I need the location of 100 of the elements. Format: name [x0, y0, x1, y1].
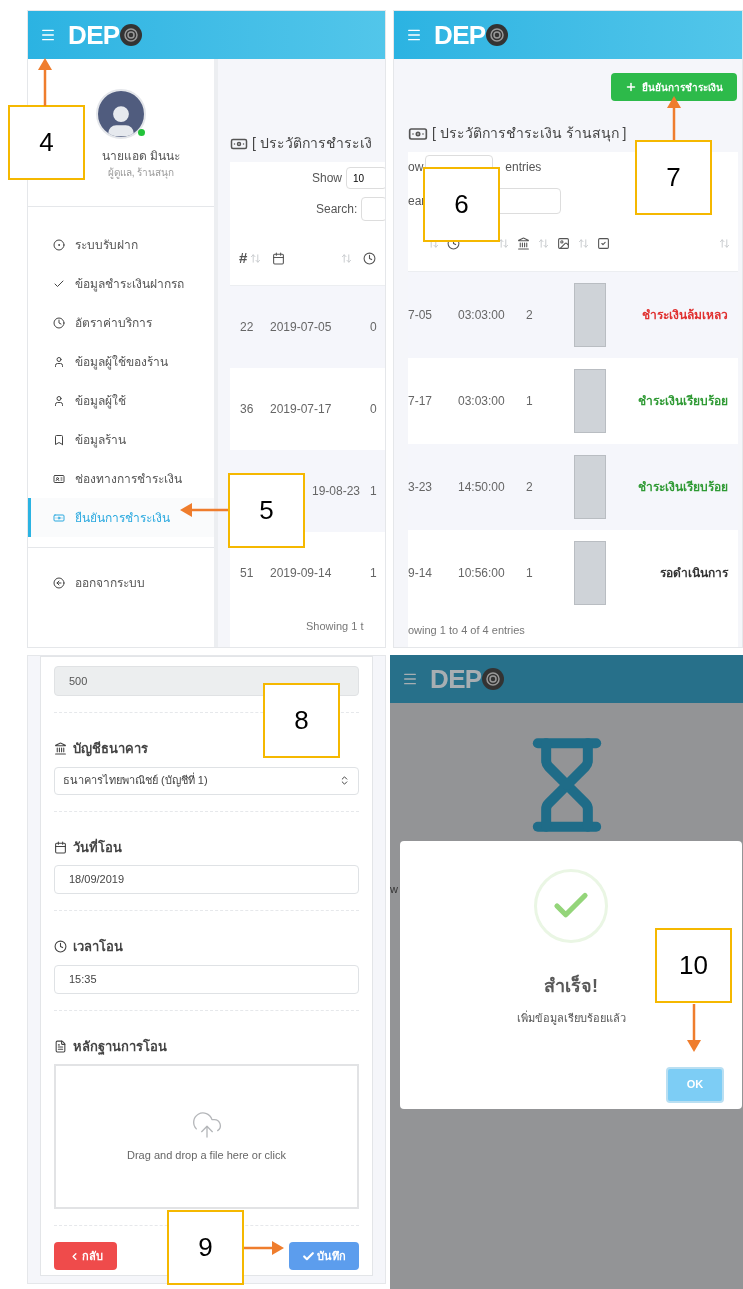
menu-icon[interactable] [40, 27, 56, 43]
table-cell-text: 7-17 [408, 393, 434, 410]
logo-text: DEP [434, 22, 486, 48]
sidebar-menu-item[interactable]: ข้อมูลผู้ใช้ [28, 381, 214, 420]
document-icon [54, 1039, 67, 1053]
menu-icon[interactable] [406, 27, 422, 43]
step-number-tooltip: 6 [423, 167, 500, 242]
search-label: Search: [316, 201, 358, 218]
receipt-photo-placeholder [574, 283, 606, 347]
sidebar-menu-item[interactable]: อัตราค่าบริการ [28, 303, 214, 342]
calendar-icon [54, 840, 67, 854]
search-field[interactable] [361, 197, 385, 221]
callout-arrow [38, 58, 52, 106]
table-cell-text: 03:03:00 [458, 393, 506, 410]
back-button[interactable]: กลับ [54, 1242, 117, 1270]
bank-icon [517, 237, 530, 250]
sort-icon[interactable] [341, 253, 353, 264]
table-cell-text: 0 [369, 319, 377, 336]
payment-status: รอดำเนินการ [659, 565, 730, 582]
table-cell-text: 0 [369, 401, 377, 418]
select-arrows-icon [339, 775, 350, 786]
step-number-tooltip: 5 [228, 473, 305, 548]
transfer-date-field[interactable]: 18/09/2019 [54, 865, 359, 894]
page-title: [ ประวัติการชำระเงิน ร้านสนุก ] [432, 124, 627, 144]
sidebar-menu-item[interactable]: ข้อมูลชำระเงินฝากรถ [28, 264, 214, 303]
clock-icon [54, 940, 67, 954]
payment-status: ชำระเงินเรียบร้อย [637, 393, 729, 410]
field-label: หลักฐานการโอน [73, 1037, 167, 1056]
table-cell-text: 2019-07-17 [270, 401, 333, 418]
payment-status: ชำระเงินเรียบร้อย [637, 479, 729, 496]
callout-arrow [687, 1004, 701, 1052]
receipt-photo-placeholder [574, 369, 606, 433]
table-row[interactable]: 22 2019-07-05 0 [230, 286, 385, 368]
sort-icon[interactable] [250, 253, 262, 264]
step-number-tooltip: 4 [8, 105, 85, 180]
show-label: Show [312, 170, 343, 187]
tire-icon [119, 24, 142, 46]
bank-account-select[interactable]: ธนาคารไทยพาณิชย์ (บัญชีที่ 1) [54, 766, 359, 795]
edge-text: w [390, 882, 399, 897]
table-cell-text: 14:50:00 [458, 479, 506, 496]
menu-icon[interactable] [402, 671, 418, 687]
image-icon [557, 237, 570, 250]
plus-icon [625, 81, 637, 93]
logo-text: DEP [430, 666, 482, 692]
table-cell-text: 1 [526, 565, 534, 582]
menu-item-icon [53, 238, 65, 251]
callout-arrow [180, 503, 228, 517]
table-cell-text: 2 [526, 479, 534, 496]
table-row[interactable]: 7-05 03:03:00 2 ชำระเงินล้มเหลว [408, 272, 738, 358]
sidebar-menu-item[interactable]: ข้อมูลผู้ใช้ของร้าน [28, 342, 214, 381]
table-cell-text: 2019-09-14 [270, 565, 333, 582]
menu-item-icon [53, 355, 65, 368]
table-cell-text: 2019-07-05 [270, 319, 333, 336]
page-size-select[interactable]: 10 [346, 167, 385, 189]
table-cell-text: 7-05 [408, 307, 434, 324]
callout-arrow [667, 96, 681, 140]
table-cell-text: 1 [369, 483, 377, 500]
check-icon [302, 1249, 315, 1263]
table-cell-text: 22 [239, 319, 255, 336]
table-row[interactable]: 3-23 14:50:00 2 ชำระเงินเรียบร้อย [408, 444, 738, 530]
step-number-tooltip: 7 [635, 140, 712, 215]
sort-icon[interactable] [498, 238, 509, 249]
table-footer: owing 1 to 4 of 4 entries [408, 622, 738, 639]
user-name: นายแอด มินนะ [101, 148, 181, 165]
receipt-photo-placeholder [574, 455, 606, 519]
tire-icon [485, 24, 508, 46]
user-role: ผู้ดูแล, ร้านสนุก [107, 166, 175, 180]
table-cell-text: 9-14 [408, 565, 434, 582]
sidebar-menu-item[interactable]: ระบบรับฝาก [28, 225, 214, 264]
checkbox-icon [597, 237, 610, 250]
sort-icon[interactable] [538, 238, 549, 249]
menu-item-icon [53, 472, 65, 485]
sort-icon[interactable] [719, 238, 730, 249]
menu-item-icon [53, 511, 65, 524]
sidebar-menu-item[interactable]: ข้อมูลร้าน [28, 420, 214, 459]
menu-item-icon [53, 316, 65, 329]
table-cell-text: 3-23 [408, 479, 434, 496]
amount-field[interactable]: 500 [54, 666, 359, 696]
callout-arrow [244, 1241, 284, 1255]
show-label: ow [408, 159, 424, 176]
file-dropzone[interactable]: Drag and drop a file here or click [54, 1064, 359, 1209]
search-label: ear [408, 193, 426, 210]
logout-menu-item[interactable]: ออกจากระบบ [28, 563, 214, 602]
column-header: # [239, 248, 248, 269]
calendar-icon [272, 252, 286, 265]
sidebar-menu-item[interactable]: ช่องทางการชำระเงิน [28, 459, 214, 498]
entries-label: entries [505, 159, 542, 176]
tire-icon [481, 668, 504, 690]
payment-status: ชำระเงินล้มเหลว [641, 307, 729, 324]
sort-icon[interactable] [578, 238, 589, 249]
receipt-photo-placeholder [574, 541, 606, 605]
table-cell-text: 36 [239, 401, 255, 418]
menu-item-icon [53, 394, 65, 407]
transfer-time-field[interactable]: 15:35 [54, 964, 359, 994]
step-number-tooltip: 8 [263, 683, 340, 758]
step-number-tooltip: 9 [167, 1210, 244, 1285]
page-title: [ ประวัติการชำระเงิ [252, 134, 372, 153]
step-number-tooltip: 10 [655, 928, 732, 1003]
table-cell-text: 51 [239, 565, 255, 582]
success-check-icon [534, 869, 608, 943]
